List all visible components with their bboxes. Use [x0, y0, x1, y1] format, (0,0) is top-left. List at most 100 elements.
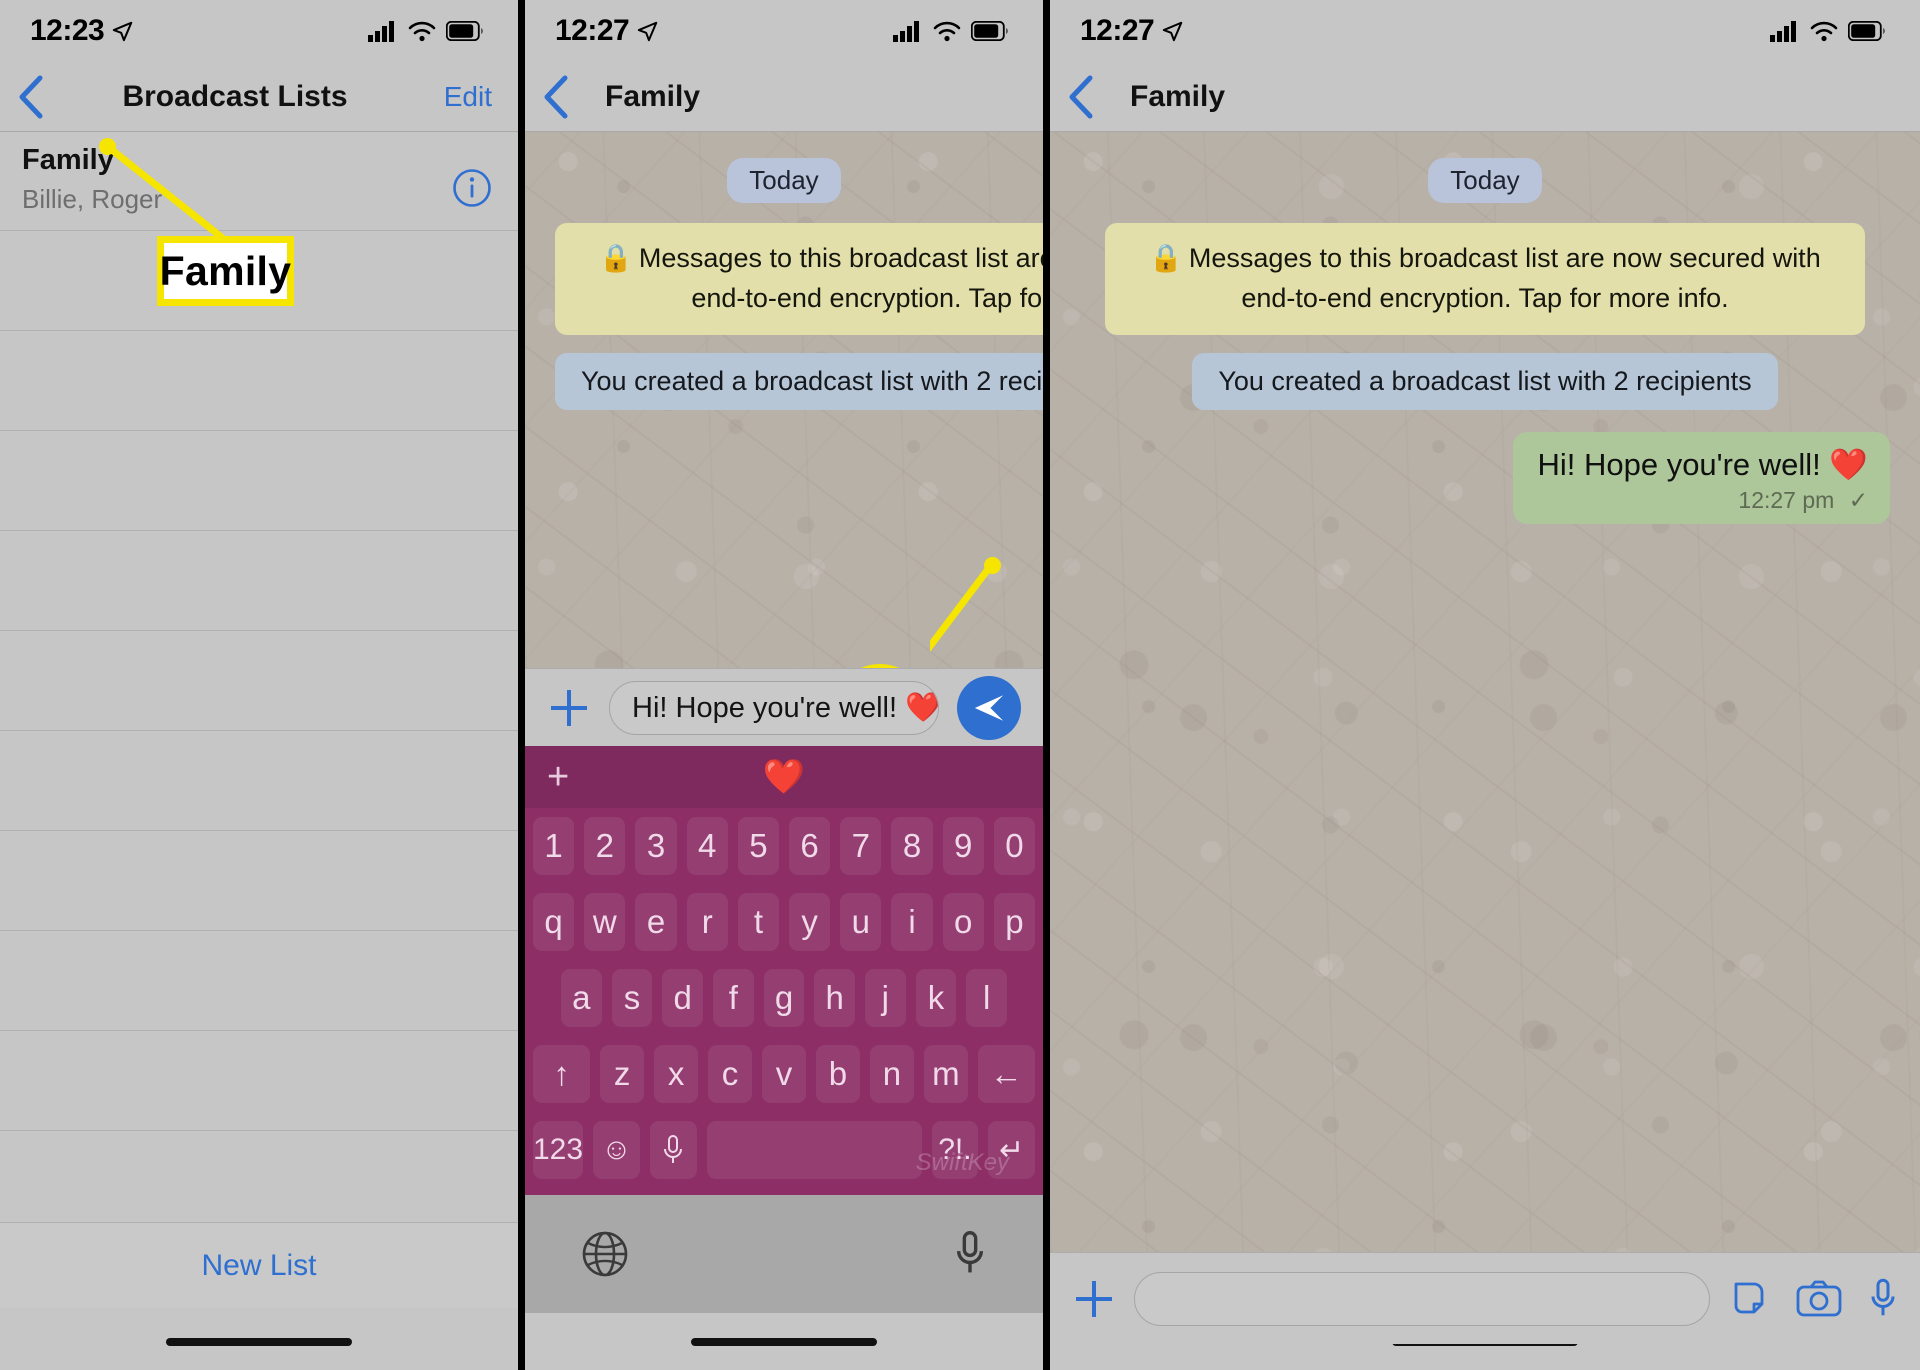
chat-title: Family	[1130, 79, 1226, 113]
key-x[interactable]: x	[654, 1045, 699, 1103]
new-list-button[interactable]: New List	[0, 1222, 518, 1308]
composer-bar-right	[1050, 1252, 1920, 1344]
list-row-empty	[0, 531, 518, 631]
key-0[interactable]: 0	[993, 817, 1036, 875]
location-arrow-icon	[638, 21, 658, 42]
list-item-subtitle: Billie, Roger	[22, 184, 163, 215]
key-4[interactable]: 4	[686, 817, 728, 875]
keyboard-plus-icon[interactable]: +	[547, 758, 569, 796]
chat-messages: Today 🔒 Messages to this broadcast list a…	[525, 158, 1043, 410]
key-q[interactable]: q	[532, 893, 575, 951]
panel-divider	[518, 0, 525, 1370]
key-u[interactable]: u	[840, 893, 882, 951]
key-d[interactable]: d	[662, 969, 703, 1027]
key-2[interactable]: 2	[584, 817, 626, 875]
key-h[interactable]: h	[814, 969, 856, 1027]
back-button-mid[interactable]	[525, 75, 587, 119]
key-m[interactable]: m	[923, 1045, 968, 1103]
info-circle-icon[interactable]	[452, 168, 492, 208]
key-9[interactable]: 9	[942, 817, 984, 875]
key-8[interactable]: 8	[891, 817, 933, 875]
voice-note-button[interactable]	[1868, 1277, 1898, 1321]
suggestion-emoji[interactable]: ❤️	[763, 757, 805, 797]
send-button[interactable]	[957, 675, 1021, 740]
key-voice-input[interactable]	[649, 1121, 697, 1179]
encryption-notice[interactable]: 🔒Messages to this broadcast list are now…	[555, 223, 1043, 335]
key-backspace[interactable]: ←	[977, 1045, 1035, 1103]
key-numeric[interactable]: 123	[533, 1121, 584, 1179]
key-p[interactable]: p	[993, 893, 1036, 951]
day-separator: Today	[727, 158, 841, 203]
list-row-empty	[0, 931, 518, 1031]
status-right-group	[368, 20, 484, 42]
message-input[interactable]: Hi! Hope you're well! ❤️	[609, 680, 939, 735]
list-item-texts: Family Billie, Roger	[22, 136, 162, 217]
keyboard-row-home: a s d f g h j k l	[525, 960, 1043, 1036]
key-z[interactable]: z	[600, 1045, 645, 1103]
key-c[interactable]: c	[708, 1045, 753, 1103]
camera-button[interactable]	[1796, 1279, 1842, 1319]
edit-button[interactable]: Edit	[408, 81, 518, 113]
plus-icon[interactable]	[547, 686, 591, 730]
microphone-icon	[1871, 1278, 1895, 1315]
sticker-icon	[1734, 1282, 1764, 1313]
status-time: 12:23	[30, 14, 105, 47]
key-i[interactable]: i	[891, 893, 933, 951]
key-j[interactable]: j	[865, 969, 906, 1027]
key-n[interactable]: n	[869, 1045, 914, 1103]
key-b[interactable]: b	[815, 1045, 860, 1103]
system-notice: You created a broadcast list with 2 reci…	[1192, 352, 1778, 410]
plus-icon[interactable]	[1072, 1277, 1116, 1321]
sticker-button[interactable]	[1728, 1278, 1770, 1320]
key-g[interactable]: g	[763, 969, 805, 1027]
key-k[interactable]: k	[915, 969, 957, 1027]
key-space[interactable]	[706, 1121, 922, 1179]
key-3[interactable]: 3	[635, 817, 677, 875]
location-arrow-icon	[1163, 21, 1183, 42]
key-shift[interactable]: ↑	[533, 1045, 591, 1103]
composer-bar-mid: Hi! Hope you're well! ❤️	[525, 668, 1043, 746]
status-right-group	[1770, 20, 1886, 42]
key-l[interactable]: l	[966, 969, 1008, 1027]
key-r[interactable]: r	[686, 893, 728, 951]
phone-panel-chat-composing: 12:27 Family Today 🔒 Messages to this br…	[525, 0, 1043, 1370]
key-5[interactable]: 5	[737, 817, 779, 875]
outgoing-message-bubble[interactable]: Hi! Hope you're well! ❤️ 12:27 pm ✓	[1513, 431, 1890, 524]
status-bar-right: 12:27	[1050, 0, 1920, 62]
message-text: Hi! Hope you're well! ❤️	[1537, 446, 1868, 482]
key-emoji[interactable]: ☺	[593, 1121, 640, 1179]
list-item-family[interactable]: Family Billie, Roger	[0, 132, 518, 231]
key-6[interactable]: 6	[789, 817, 831, 875]
encryption-notice-text: Messages to this broadcast list are now …	[1188, 243, 1821, 313]
back-button-left[interactable]	[0, 75, 62, 119]
key-7[interactable]: 7	[840, 817, 882, 875]
key-y[interactable]: y	[789, 893, 831, 951]
cellular-signal-icon	[1770, 21, 1796, 42]
microphone-icon	[956, 1231, 984, 1273]
battery-icon	[971, 21, 1008, 41]
keyboard-watermark: SwiftKey	[915, 1149, 1009, 1176]
send-anchor-dot	[984, 557, 1001, 574]
chevron-left-icon	[1069, 75, 1093, 118]
chat-thread-right: Today 🔒 Messages to this broadcast list a…	[1050, 132, 1920, 1252]
dictation-button[interactable]	[953, 1229, 987, 1279]
key-t[interactable]: t	[737, 893, 779, 951]
key-e[interactable]: e	[635, 893, 677, 951]
callout-text: Family	[159, 247, 292, 294]
back-button-right[interactable]	[1050, 75, 1112, 119]
callout-box-family: Family	[157, 236, 294, 306]
key-v[interactable]: v	[762, 1045, 806, 1103]
key-s[interactable]: s	[611, 969, 653, 1027]
key-o[interactable]: o	[942, 893, 984, 951]
key-a[interactable]: a	[560, 969, 602, 1027]
message-input[interactable]	[1134, 1271, 1710, 1326]
encryption-notice[interactable]: 🔒Messages to this broadcast list are now…	[1105, 223, 1865, 335]
globe-button[interactable]	[581, 1230, 629, 1278]
key-w[interactable]: w	[584, 893, 626, 951]
new-list-label: New List	[201, 1248, 317, 1282]
encryption-notice-text: Messages to this broadcast list are now …	[638, 243, 1043, 313]
key-1[interactable]: 1	[532, 817, 575, 875]
chevron-left-icon	[544, 75, 568, 118]
key-f[interactable]: f	[713, 969, 754, 1027]
list-row-empty	[0, 431, 518, 531]
